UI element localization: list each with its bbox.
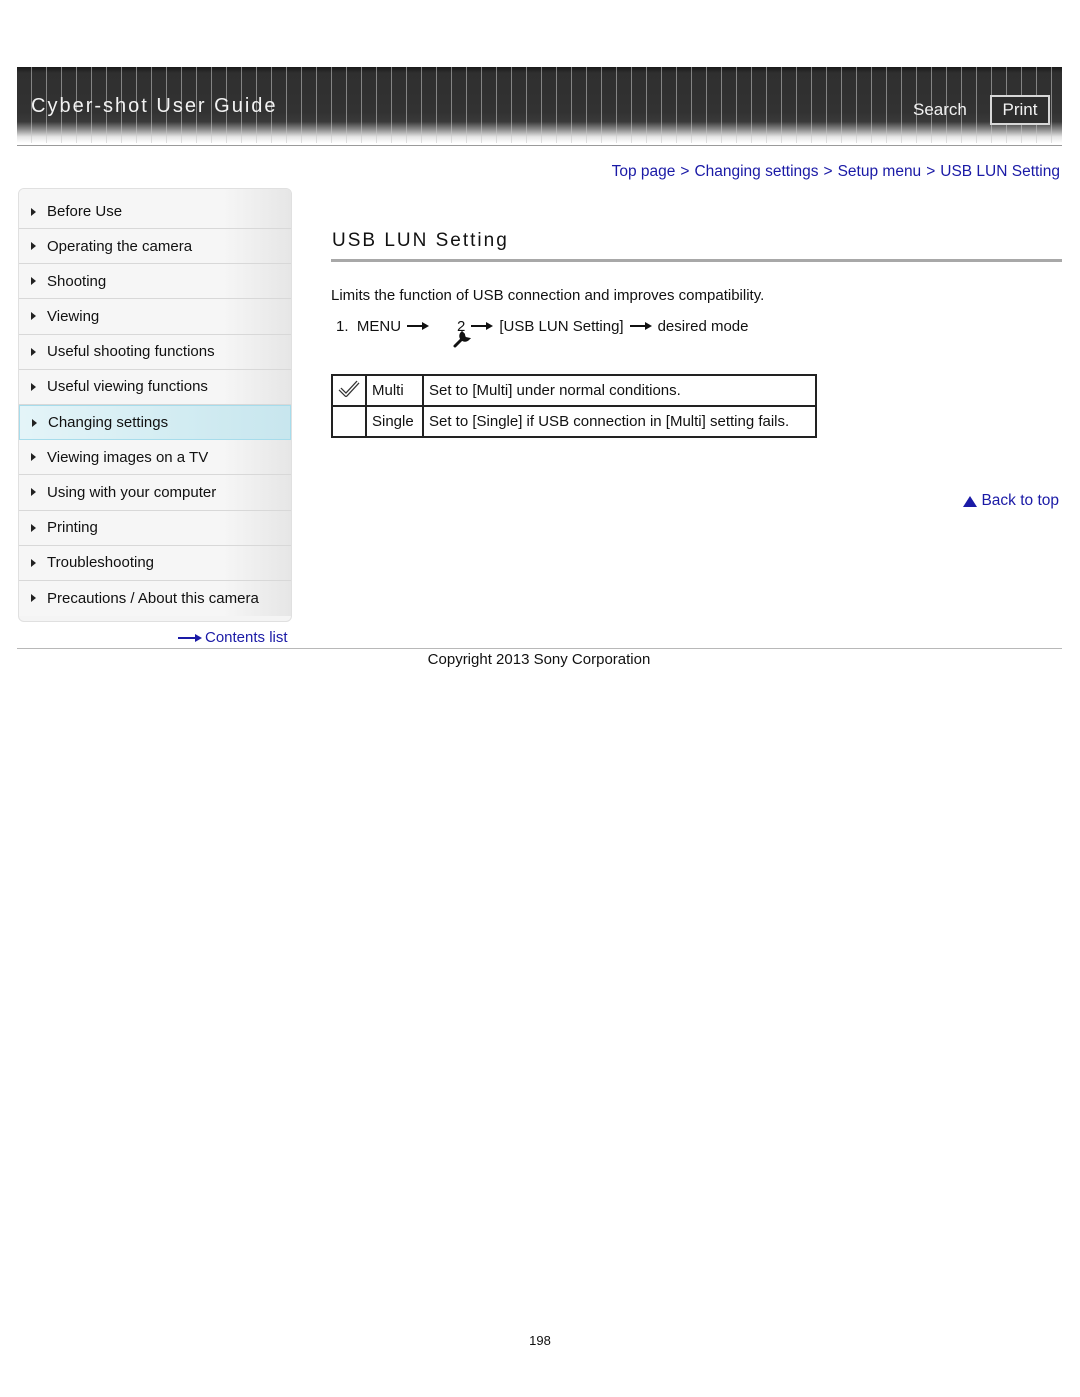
sidebar-nav: Before Use Operating the camera Shooting… — [18, 188, 292, 622]
breadcrumb-changing-settings[interactable]: Changing settings — [694, 163, 818, 180]
procedure-step: 1. MENU 2 [USB LUN Setting] desired mode — [336, 316, 749, 348]
intro-text: Limits the function of USB connection an… — [331, 287, 765, 304]
contents-list-link[interactable]: Contents list — [178, 629, 288, 646]
options-table: Multi Set to [Multi] under normal condit… — [331, 374, 817, 438]
caret-right-icon — [31, 488, 36, 497]
sidebar-item-label: Viewing — [47, 307, 100, 325]
caret-right-icon — [31, 347, 36, 356]
arrow-right-icon — [629, 322, 652, 330]
sidebar-item-label: Changing settings — [48, 414, 169, 432]
breadcrumb-separator: > — [680, 163, 690, 180]
sidebar-item-label: Useful shooting functions — [47, 343, 215, 361]
step-number: 1. — [336, 317, 349, 335]
title-divider — [331, 259, 1062, 262]
table-row: Multi Set to [Multi] under normal condit… — [331, 374, 817, 407]
sidebar-item-precautions[interactable]: Precautions / About this camera — [19, 580, 291, 617]
caret-right-icon — [31, 382, 36, 391]
footer-divider — [17, 648, 1062, 649]
sidebar-item-label: Using with your computer — [47, 483, 217, 501]
caret-right-icon — [31, 207, 36, 216]
app-title: Cyber-shot User Guide — [31, 95, 278, 117]
caret-right-icon — [31, 312, 36, 321]
sidebar-item-printing[interactable]: Printing — [19, 510, 291, 546]
sidebar-item-changing-settings[interactable]: Changing settings — [19, 404, 291, 441]
sidebar-item-shooting[interactable]: Shooting — [19, 264, 291, 300]
breadcrumb-setup-menu[interactable]: Setup menu — [838, 163, 922, 180]
option-name: Multi — [365, 374, 424, 407]
sidebar-item-label: Shooting — [47, 272, 107, 290]
step-item: [USB LUN Setting] — [499, 317, 624, 335]
header-banner: Cyber-shot User Guide Search Print — [17, 67, 1062, 143]
sidebar-item-troubleshooting[interactable]: Troubleshooting — [19, 545, 291, 581]
sidebar-item-label: Viewing images on a TV — [47, 448, 209, 466]
sidebar-item-before-use[interactable]: Before Use — [19, 189, 291, 229]
caret-right-icon — [31, 594, 36, 603]
back-to-top-label: Back to top — [981, 492, 1059, 509]
sidebar-item-label: Useful viewing functions — [47, 378, 208, 396]
wrench-icon — [435, 312, 471, 348]
option-description: Set to [Multi] under normal conditions. — [422, 374, 817, 407]
checkmark-icon — [337, 380, 361, 403]
print-button[interactable]: Print — [990, 95, 1050, 125]
arrow-right-icon — [407, 322, 430, 330]
caret-right-icon — [31, 523, 36, 532]
sidebar-item-label: Precautions / About this camera — [47, 589, 259, 607]
search-link[interactable]: Search — [913, 100, 967, 120]
step-target: desired mode — [657, 317, 749, 335]
option-description: Set to [Single] if USB connection in [Mu… — [422, 405, 817, 438]
contents-list-label: Contents list — [205, 629, 288, 646]
caret-right-icon — [31, 453, 36, 462]
header-divider — [17, 145, 1062, 146]
caret-right-icon — [31, 277, 36, 286]
sidebar-item-viewing[interactable]: Viewing — [19, 299, 291, 335]
arrow-right-icon — [471, 322, 494, 330]
caret-right-icon — [32, 418, 37, 427]
breadcrumb-separator: > — [823, 163, 833, 180]
sidebar-item-label: Before Use — [47, 203, 123, 220]
back-to-top-link[interactable]: Back to top — [963, 492, 1059, 510]
copyright-text: Copyright 2013 Sony Corporation — [427, 651, 651, 668]
option-name: Single — [365, 405, 424, 438]
table-row: Single Set to [Single] if USB connection… — [331, 405, 817, 438]
step-menu: MENU — [356, 317, 402, 335]
sidebar-item-label: Printing — [47, 519, 98, 537]
page-number: 198 — [529, 1333, 551, 1348]
breadcrumb-separator: > — [926, 163, 936, 180]
caret-right-icon — [31, 242, 36, 251]
default-marker-cell — [331, 374, 367, 407]
breadcrumb-top-page[interactable]: Top page — [612, 163, 676, 180]
breadcrumb-usb-lun-setting[interactable]: USB LUN Setting — [940, 163, 1060, 180]
caret-right-icon — [31, 558, 36, 567]
breadcrumb: Top page > Changing settings > Setup menu > US… — [612, 163, 1060, 181]
default-marker-cell — [331, 405, 367, 438]
arrow-right-icon — [178, 633, 202, 643]
sidebar-item-label: Operating the camera — [47, 237, 193, 255]
sidebar-item-using-with-your-computer[interactable]: Using with your computer — [19, 475, 291, 511]
sidebar-item-viewing-images-on-a-tv[interactable]: Viewing images on a TV — [19, 440, 291, 476]
page-title: USB LUN Setting — [332, 230, 509, 251]
triangle-up-icon — [963, 495, 978, 507]
sidebar-item-label: Troubleshooting — [47, 554, 155, 572]
sidebar-item-useful-viewing-functions[interactable]: Useful viewing functions — [19, 369, 291, 405]
sidebar-item-operating-the-camera[interactable]: Operating the camera — [19, 229, 291, 265]
sidebar-item-useful-shooting-functions[interactable]: Useful shooting functions — [19, 334, 291, 370]
